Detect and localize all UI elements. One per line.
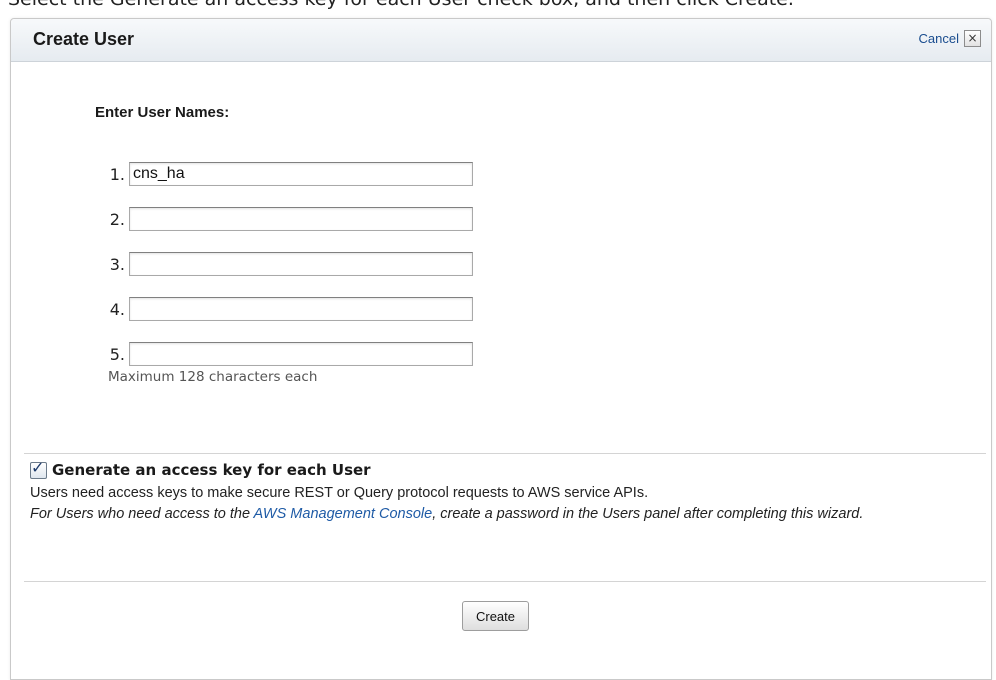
user-name-row-2: 2. <box>95 205 473 233</box>
dialog-title: Create User <box>33 29 135 49</box>
user-names-heading: Enter User Names: <box>95 104 230 121</box>
cancel-button[interactable]: Cancel × <box>919 30 981 47</box>
note-suffix: , create a password in the Users panel a… <box>432 506 864 522</box>
user-name-input-3[interactable] <box>129 252 473 276</box>
access-key-section: ✓ Generate an access key for each User U… <box>30 458 960 523</box>
generate-access-key-checkbox[interactable]: ✓ <box>30 458 47 479</box>
row-number: 1. <box>109 164 125 184</box>
instruction-text: Select the Generate an access key for ea… <box>8 0 794 10</box>
user-name-input-5[interactable] <box>129 342 473 366</box>
user-name-row-5: 5. <box>95 340 473 368</box>
row-number: 4. <box>109 299 125 319</box>
user-name-row-4: 4. <box>95 295 473 323</box>
footer-divider <box>24 581 986 582</box>
console-access-note: For Users who need access to the AWS Man… <box>30 505 960 523</box>
checkmark-icon: ✓ <box>31 457 45 477</box>
access-key-option: ✓ Generate an access key for each User <box>30 458 960 479</box>
user-name-input-2[interactable] <box>129 207 473 231</box>
generate-access-key-label[interactable]: Generate an access key for each User <box>52 461 371 479</box>
aws-management-console-link[interactable]: AWS Management Console <box>254 506 433 522</box>
close-icon[interactable]: × <box>964 30 981 47</box>
access-key-description: Users need access keys to make secure RE… <box>30 485 649 501</box>
cancel-label[interactable]: Cancel <box>919 31 959 46</box>
section-divider <box>24 453 986 454</box>
note-prefix: For Users who need access to the <box>30 506 254 522</box>
dialog-header: Create User Cancel × <box>11 19 991 62</box>
user-name-row-1: 1. <box>95 160 473 188</box>
row-number: 5. <box>109 344 125 364</box>
user-name-input-4[interactable] <box>129 297 473 321</box>
create-button[interactable]: Create <box>462 601 529 631</box>
max-characters-hint: Maximum 128 characters each <box>108 369 318 385</box>
user-name-input-1[interactable] <box>129 162 473 186</box>
user-name-row-3: 3. <box>95 250 473 278</box>
row-number: 3. <box>109 254 125 274</box>
row-number: 2. <box>109 209 125 229</box>
